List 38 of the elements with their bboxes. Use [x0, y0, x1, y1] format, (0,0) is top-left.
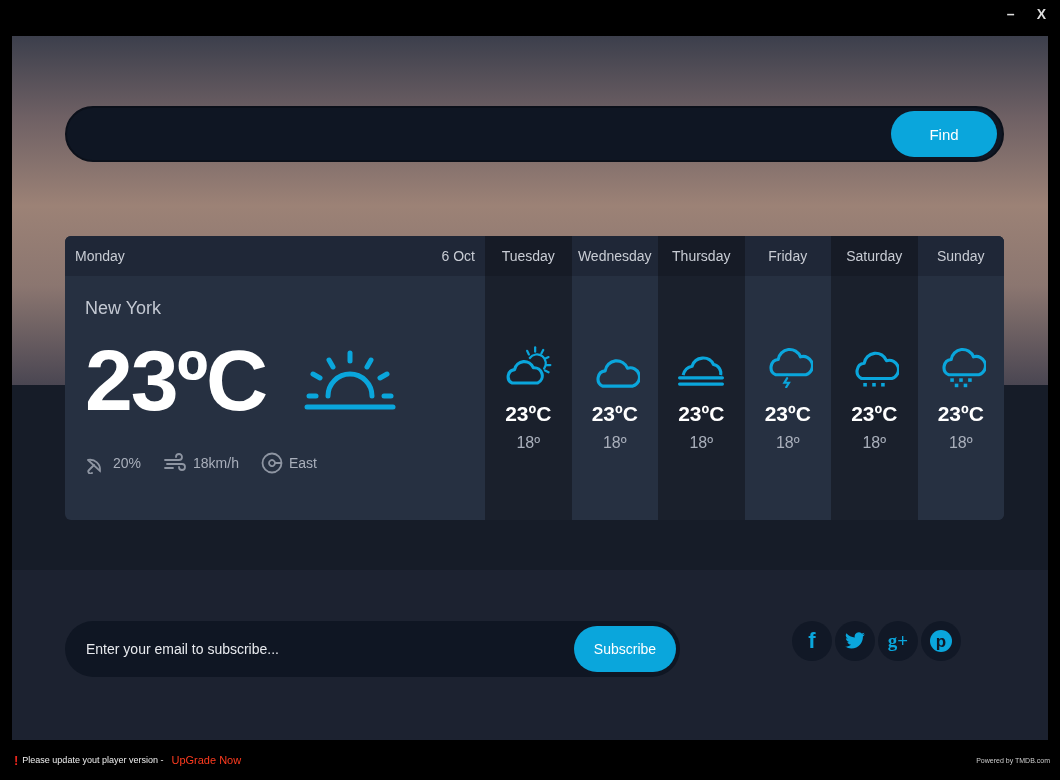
minimize-button[interactable]: – — [1002, 0, 1019, 28]
forecast-low: 18º — [689, 434, 714, 452]
compass-icon — [260, 452, 283, 474]
forecast-low: 18º — [862, 434, 887, 452]
facebook-button[interactable]: f — [792, 621, 832, 661]
rain-chance: 20% — [113, 455, 142, 471]
forecast-day: Sunday — [917, 236, 1004, 276]
update-message: Please update yout player version - — [22, 755, 164, 765]
forecast-day: Wednesday — [571, 236, 658, 276]
wind-icon — [163, 453, 188, 473]
forecast-temperature: 23ºC — [505, 402, 552, 426]
google-plus-button[interactable]: g+ — [878, 621, 918, 661]
forecast-day: Thursday — [658, 236, 745, 276]
forecast-low: 18º — [775, 434, 800, 452]
date-label: 6 Oct — [441, 248, 475, 264]
wind-speed: 18km/h — [193, 455, 239, 471]
sunrise-icon — [304, 349, 397, 412]
forecast-temperature: 23ºC — [851, 402, 898, 426]
city-name: New York — [85, 298, 163, 319]
forecast-low: 18º — [602, 434, 627, 452]
forecast-low: 18º — [516, 434, 541, 452]
current-temperature: 23ºC — [85, 331, 267, 430]
close-button[interactable]: X — [1032, 0, 1050, 28]
forecast-day: Saturday — [831, 236, 918, 276]
alert-mark: ! — [14, 752, 19, 768]
forecast-temperature: 23ºC — [678, 402, 725, 426]
forecast-day: Friday — [744, 236, 831, 276]
twitter-button[interactable] — [835, 621, 875, 661]
pinterest-button[interactable]: p — [921, 621, 961, 661]
forecast-temperature: 23ºC — [591, 402, 638, 426]
day-label: Monday — [75, 248, 125, 264]
wind-direction: East — [288, 455, 317, 471]
forecast-low: 18º — [948, 434, 973, 452]
forecast-temperature: 23ºC — [937, 402, 984, 426]
forecast-day: Tuesday — [485, 236, 572, 276]
bird-icon — [844, 632, 866, 650]
forecast-temperature: 23ºC — [764, 402, 811, 426]
upgrade-link[interactable]: UpGrade Now — [171, 754, 242, 766]
